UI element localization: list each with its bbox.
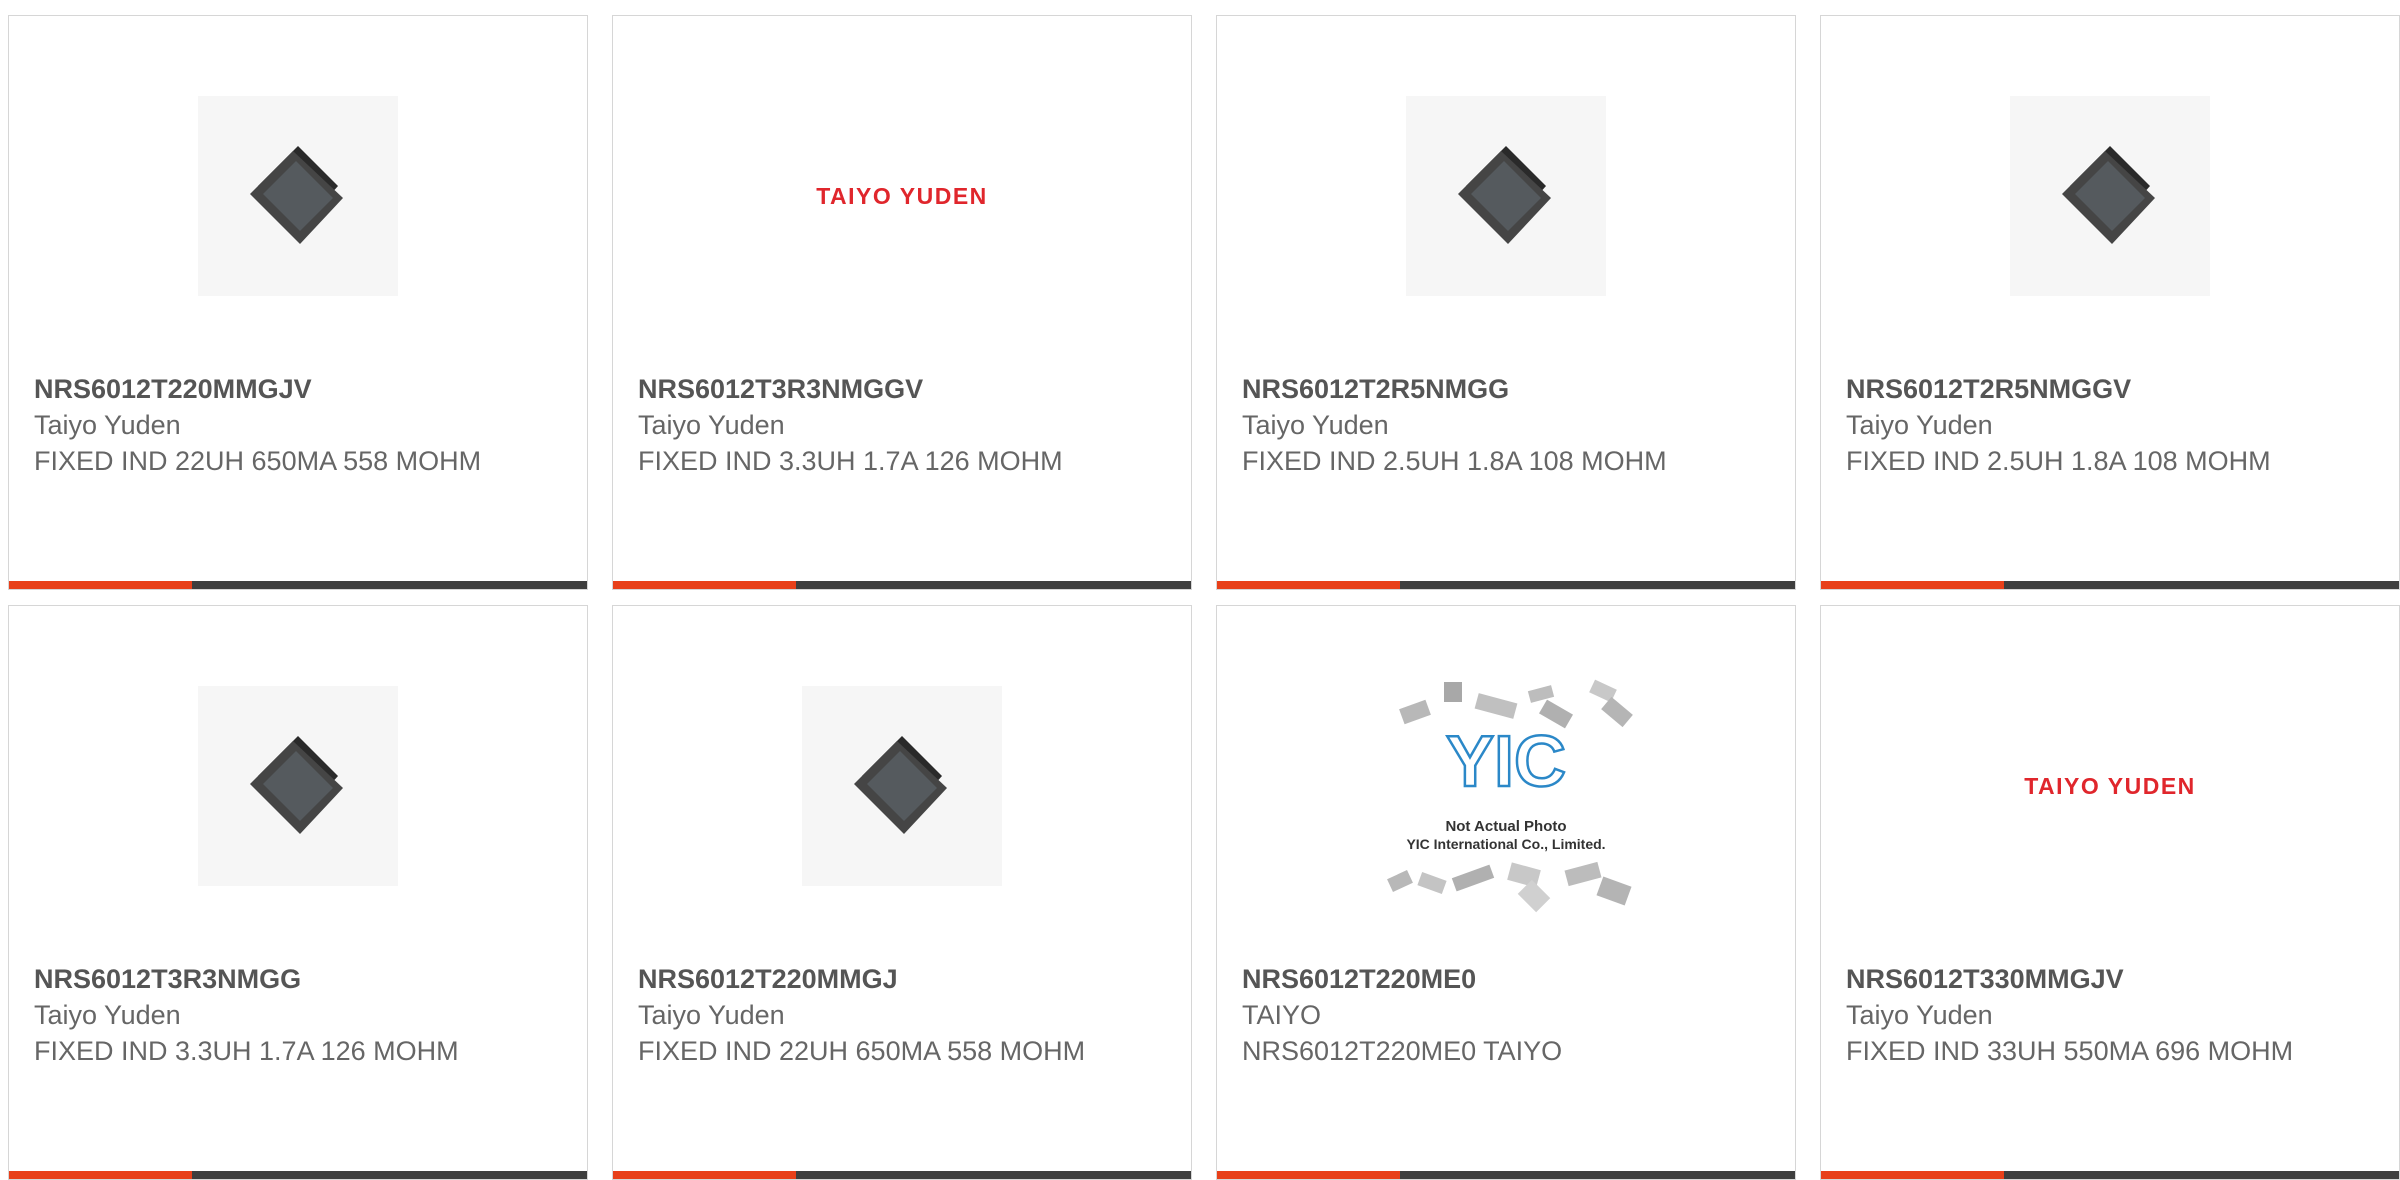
description: FIXED IND 2.5UH 1.8A 108 MOHM	[1846, 446, 2271, 476]
accent-bar	[1217, 1171, 1400, 1179]
description: FIXED IND 2.5UH 1.8A 108 MOHM	[1242, 446, 1667, 476]
product-card[interactable]: NRS6012T2R5NMGGV Taiyo Yuden FIXED IND 2…	[1820, 15, 2400, 590]
part-number[interactable]: NRS6012T2R5NMGGV	[1846, 371, 2374, 407]
yic-placeholder-icon: YIC Not Actual Photo YIC International C…	[1387, 679, 1633, 913]
inductor-photo-icon	[1406, 96, 1606, 296]
product-image[interactable]: TAIYO YUDEN	[613, 96, 1191, 296]
product-card[interactable]: NRS6012T2R5NMGG Taiyo Yuden FIXED IND 2.…	[1216, 15, 1796, 590]
description: FIXED IND 3.3UH 1.7A 126 MOHM	[34, 1036, 459, 1066]
manufacturer: Taiyo Yuden	[1846, 410, 1993, 440]
manufacturer: Taiyo Yuden	[1242, 410, 1389, 440]
product-image[interactable]	[9, 96, 587, 296]
manufacturer: TAIYO	[1242, 1000, 1322, 1030]
product-card[interactable]: TAIYO YUDEN NRS6012T330MMGJV Taiyo Yuden…	[1820, 605, 2400, 1180]
manufacturer: Taiyo Yuden	[638, 410, 785, 440]
inductor-photo-icon	[198, 686, 398, 886]
product-card[interactable]: NRS6012T220MMGJ Taiyo Yuden FIXED IND 22…	[612, 605, 1192, 1180]
taiyo-yuden-logo-icon: TAIYO YUDEN	[2024, 772, 2196, 799]
svg-text:YIC: YIC	[1446, 722, 1566, 802]
part-number[interactable]: NRS6012T330MMGJV	[1846, 961, 2374, 997]
accent-bar	[1821, 1171, 2004, 1179]
card-bottom-bar	[1821, 1171, 2399, 1179]
taiyo-yuden-logo-icon: TAIYO YUDEN	[816, 182, 988, 209]
accent-bar	[9, 581, 192, 589]
placeholder-caption: Not Actual Photo	[1445, 818, 1566, 835]
card-bottom-bar	[613, 581, 1191, 589]
inductor-photo-icon	[198, 96, 398, 296]
description: NRS6012T220ME0 TAIYO	[1242, 1036, 1563, 1066]
inductor-photo-icon	[2010, 96, 2210, 296]
product-card[interactable]: NRS6012T3R3NMGG Taiyo Yuden FIXED IND 3.…	[8, 605, 588, 1180]
card-bottom-bar	[1821, 581, 2399, 589]
accent-bar	[613, 1171, 796, 1179]
card-bottom-bar	[613, 1171, 1191, 1179]
card-bottom-bar	[1217, 1171, 1795, 1179]
accent-bar	[9, 1171, 192, 1179]
description: FIXED IND 33UH 550MA 696 MOHM	[1846, 1036, 2294, 1066]
product-image[interactable]: YIC Not Actual Photo YIC International C…	[1217, 671, 1795, 921]
manufacturer: Taiyo Yuden	[638, 1000, 785, 1030]
description: FIXED IND 3.3UH 1.7A 126 MOHM	[638, 446, 1063, 476]
product-image[interactable]	[613, 686, 1191, 886]
accent-bar	[1821, 581, 2004, 589]
product-card[interactable]: NRS6012T220MMGJV Taiyo Yuden FIXED IND 2…	[8, 15, 588, 590]
product-grid: NRS6012T220MMGJV Taiyo Yuden FIXED IND 2…	[0, 0, 2400, 1180]
inductor-photo-icon	[802, 686, 1002, 886]
product-card[interactable]: YIC Not Actual Photo YIC International C…	[1216, 605, 1796, 1180]
part-number[interactable]: NRS6012T220MMGJ	[638, 961, 1166, 997]
description: FIXED IND 22UH 650MA 558 MOHM	[34, 446, 482, 476]
manufacturer: Taiyo Yuden	[1846, 1000, 1993, 1030]
product-image[interactable]: TAIYO YUDEN	[1821, 686, 2399, 886]
product-image[interactable]	[1821, 96, 2399, 296]
part-number[interactable]: NRS6012T3R3NMGG	[34, 961, 562, 997]
card-bottom-bar	[9, 1171, 587, 1179]
accent-bar	[1217, 581, 1400, 589]
part-number[interactable]: NRS6012T3R3NMGGV	[638, 371, 1166, 407]
product-image[interactable]	[9, 686, 587, 886]
part-number[interactable]: NRS6012T2R5NMGG	[1242, 371, 1770, 407]
manufacturer: Taiyo Yuden	[34, 410, 181, 440]
description: FIXED IND 22UH 650MA 558 MOHM	[638, 1036, 1086, 1066]
part-number[interactable]: NRS6012T220MMGJV	[34, 371, 562, 407]
card-bottom-bar	[9, 581, 587, 589]
manufacturer: Taiyo Yuden	[34, 1000, 181, 1030]
accent-bar	[613, 581, 796, 589]
product-card[interactable]: TAIYO YUDEN NRS6012T3R3NMGGV Taiyo Yuden…	[612, 15, 1192, 590]
part-number[interactable]: NRS6012T220ME0	[1242, 961, 1770, 997]
card-bottom-bar	[1217, 581, 1795, 589]
product-image[interactable]	[1217, 96, 1795, 296]
placeholder-company: YIC International Co., Limited.	[1406, 836, 1605, 852]
